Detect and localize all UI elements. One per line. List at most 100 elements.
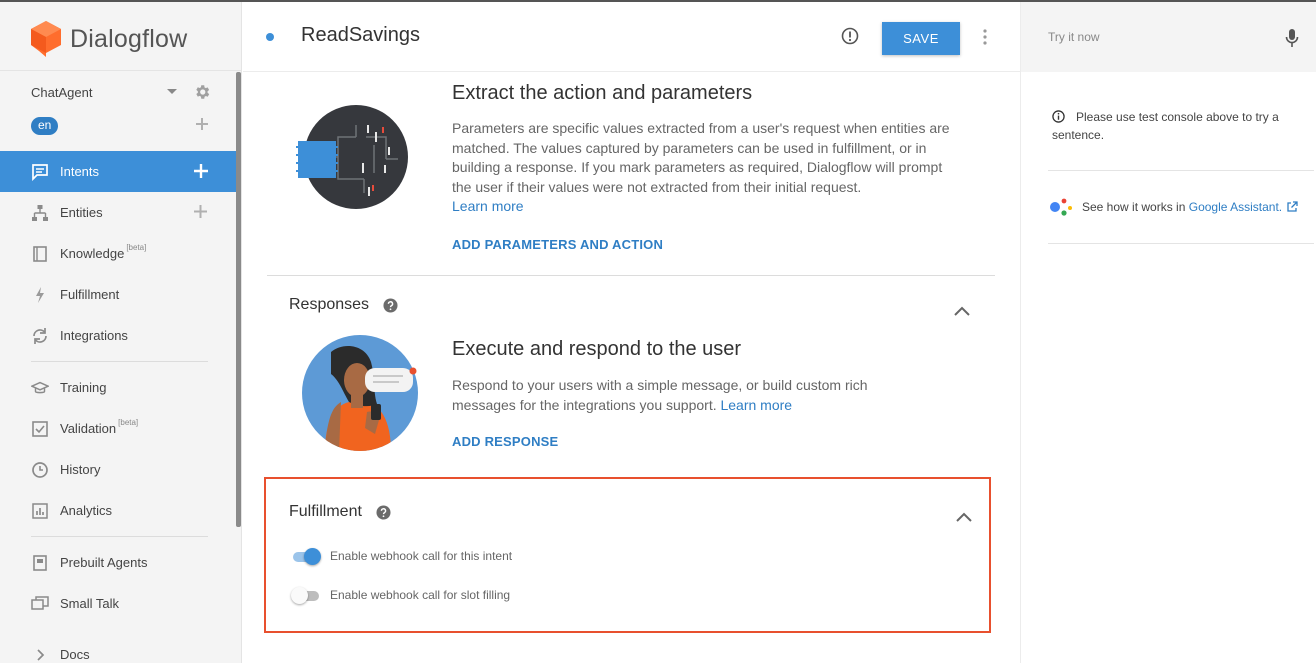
section-heading: Responses	[289, 296, 370, 313]
divider	[1048, 243, 1314, 244]
app-name: Dialogflow	[70, 24, 188, 53]
sidebar-scrollbar[interactable]	[236, 72, 241, 527]
webhook-slot-filling-toggle-row: Enable webhook call for slot filling	[291, 586, 510, 604]
circuit-illustration	[296, 105, 408, 209]
sidebar-item-label: Integrations	[60, 328, 128, 343]
info-icon	[1052, 110, 1065, 123]
nav-divider	[0, 531, 236, 542]
sidebar-item-label: Intents	[60, 164, 100, 179]
sidebar-item-prebuilt-agents[interactable]: Prebuilt Agents	[0, 542, 236, 583]
intent-editor: Extract the action and parameters Parame…	[243, 72, 1020, 663]
fulfillment-section: Fulfillment Enable webhook call for this…	[264, 477, 991, 633]
console-hint: Please use test console above to try a s…	[1052, 108, 1302, 144]
section-title: Execute and respond to the user	[452, 338, 742, 360]
checkbox-icon	[31, 420, 49, 438]
speech-bubbles-icon	[31, 595, 49, 613]
learn-more-link[interactable]: Learn more	[720, 397, 792, 413]
toggle-knob	[304, 548, 321, 565]
sidebar-item-history[interactable]: History	[0, 449, 236, 490]
description-text: Respond to your users with a simple mess…	[452, 377, 868, 413]
sidebar-item-label: Fulfillment	[60, 287, 120, 302]
external-link-icon[interactable]	[1286, 201, 1298, 213]
description-text: Parameters are specific values extracted…	[452, 120, 950, 195]
sidebar-item-knowledge[interactable]: Knowledge [beta]	[0, 233, 236, 274]
sidebar-item-docs[interactable]: Docs	[0, 634, 236, 663]
section-heading: Fulfillment	[289, 503, 362, 520]
webhook-slot-filling-toggle[interactable]	[291, 586, 321, 604]
section-title: Extract the action and parameters	[452, 82, 753, 104]
info-icon[interactable]	[841, 27, 859, 45]
action-parameters-section: Extract the action and parameters Parame…	[267, 72, 995, 276]
add-language-icon[interactable]	[195, 117, 209, 131]
gear-icon[interactable]	[193, 83, 211, 101]
sidebar-item-label: Validation	[60, 421, 117, 436]
test-console-panel: Try it now Please use test console above…	[1020, 2, 1316, 663]
beta-badge: [beta]	[118, 418, 139, 427]
sidebar-item-entities[interactable]: Entities	[0, 192, 236, 233]
sidebar: Dialogflow ChatAgent en Intents Entities	[0, 0, 1316, 663]
sidebar-item-label: Entities	[60, 205, 103, 220]
divider	[1048, 170, 1314, 171]
toggle-knob	[291, 587, 308, 604]
webhook-intent-toggle[interactable]	[291, 547, 321, 565]
sidebar-item-label: Analytics	[60, 503, 113, 518]
sidebar-item-training[interactable]: Training	[0, 367, 236, 408]
google-assistant-link[interactable]: Google Assistant.	[1189, 200, 1282, 214]
agent-name: ChatAgent	[31, 84, 93, 100]
intent-title[interactable]: ReadSavings	[301, 24, 420, 47]
divider	[0, 70, 242, 71]
sidebar-item-integrations[interactable]: Integrations	[0, 315, 236, 356]
sidebar-item-label: Prebuilt Agents	[60, 555, 148, 570]
add-intent-icon[interactable]	[193, 163, 209, 179]
responses-header: Responses	[289, 296, 398, 314]
agent-selector[interactable]: ChatAgent	[31, 83, 216, 101]
dialogflow-logo-icon	[31, 21, 61, 57]
learn-more-link[interactable]: Learn more	[452, 198, 524, 214]
sidebar-item-intents[interactable]: Intents	[0, 151, 236, 192]
hierarchy-icon	[31, 204, 49, 222]
sidebar-item-label: Small Talk	[60, 596, 120, 611]
webhook-intent-toggle-row: Enable webhook call for this intent	[291, 547, 512, 565]
book-icon	[31, 245, 49, 263]
sidebar-item-analytics[interactable]: Analytics	[0, 490, 236, 531]
sidebar-item-validation[interactable]: Validation [beta]	[0, 408, 236, 449]
responses-section: Responses Execute and respond to the use…	[267, 276, 995, 472]
person-phone-illustration	[302, 335, 418, 451]
microphone-icon[interactable]	[1285, 28, 1299, 48]
collapse-chevron-up-icon[interactable]	[953, 305, 971, 317]
language-badge[interactable]: en	[31, 117, 59, 135]
dropdown-caret-icon[interactable]	[167, 89, 177, 94]
beta-badge: [beta]	[126, 243, 147, 252]
add-parameters-action-button[interactable]: ADD PARAMETERS AND ACTION	[452, 237, 663, 252]
agent-book-icon	[31, 554, 49, 572]
sidebar-item-fulfillment[interactable]: Fulfillment	[0, 274, 236, 315]
dialogflow-logo[interactable]: Dialogflow	[30, 20, 187, 58]
google-assistant-icon	[1050, 198, 1072, 216]
intent-header: ReadSavings SAVE	[243, 2, 1020, 72]
sync-icon	[31, 327, 49, 345]
chat-bubble-icon	[31, 163, 49, 181]
section-description: Parameters are specific values extracted…	[452, 119, 952, 217]
add-entity-icon[interactable]	[193, 204, 208, 219]
assistant-prefix-text: See how it works in	[1082, 200, 1186, 214]
clock-icon	[31, 461, 49, 479]
collapse-chevron-up-icon[interactable]	[955, 511, 973, 523]
toggle-label: Enable webhook call for slot filling	[330, 588, 511, 602]
sidebar-item-label: History	[60, 462, 101, 477]
sidebar-item-label: Knowledge	[60, 246, 125, 261]
help-icon[interactable]	[376, 504, 391, 520]
sidebar-item-small-talk[interactable]: Small Talk	[0, 583, 236, 624]
bar-chart-icon	[31, 502, 49, 520]
more-vert-icon[interactable]	[981, 27, 989, 47]
sidebar-item-label: Training	[60, 380, 107, 395]
lightning-icon	[31, 286, 49, 304]
hint-text: Please use test console above to try a s…	[1052, 110, 1279, 142]
status-dot	[266, 33, 274, 41]
try-it-input[interactable]: Try it now	[1048, 30, 1100, 44]
nav-divider	[0, 356, 236, 367]
help-icon[interactable]	[383, 297, 398, 313]
add-response-button[interactable]: ADD RESPONSE	[452, 434, 558, 449]
graduation-cap-icon	[31, 379, 49, 397]
save-button[interactable]: SAVE	[882, 22, 960, 55]
toggle-label: Enable webhook call for this intent	[330, 549, 513, 563]
